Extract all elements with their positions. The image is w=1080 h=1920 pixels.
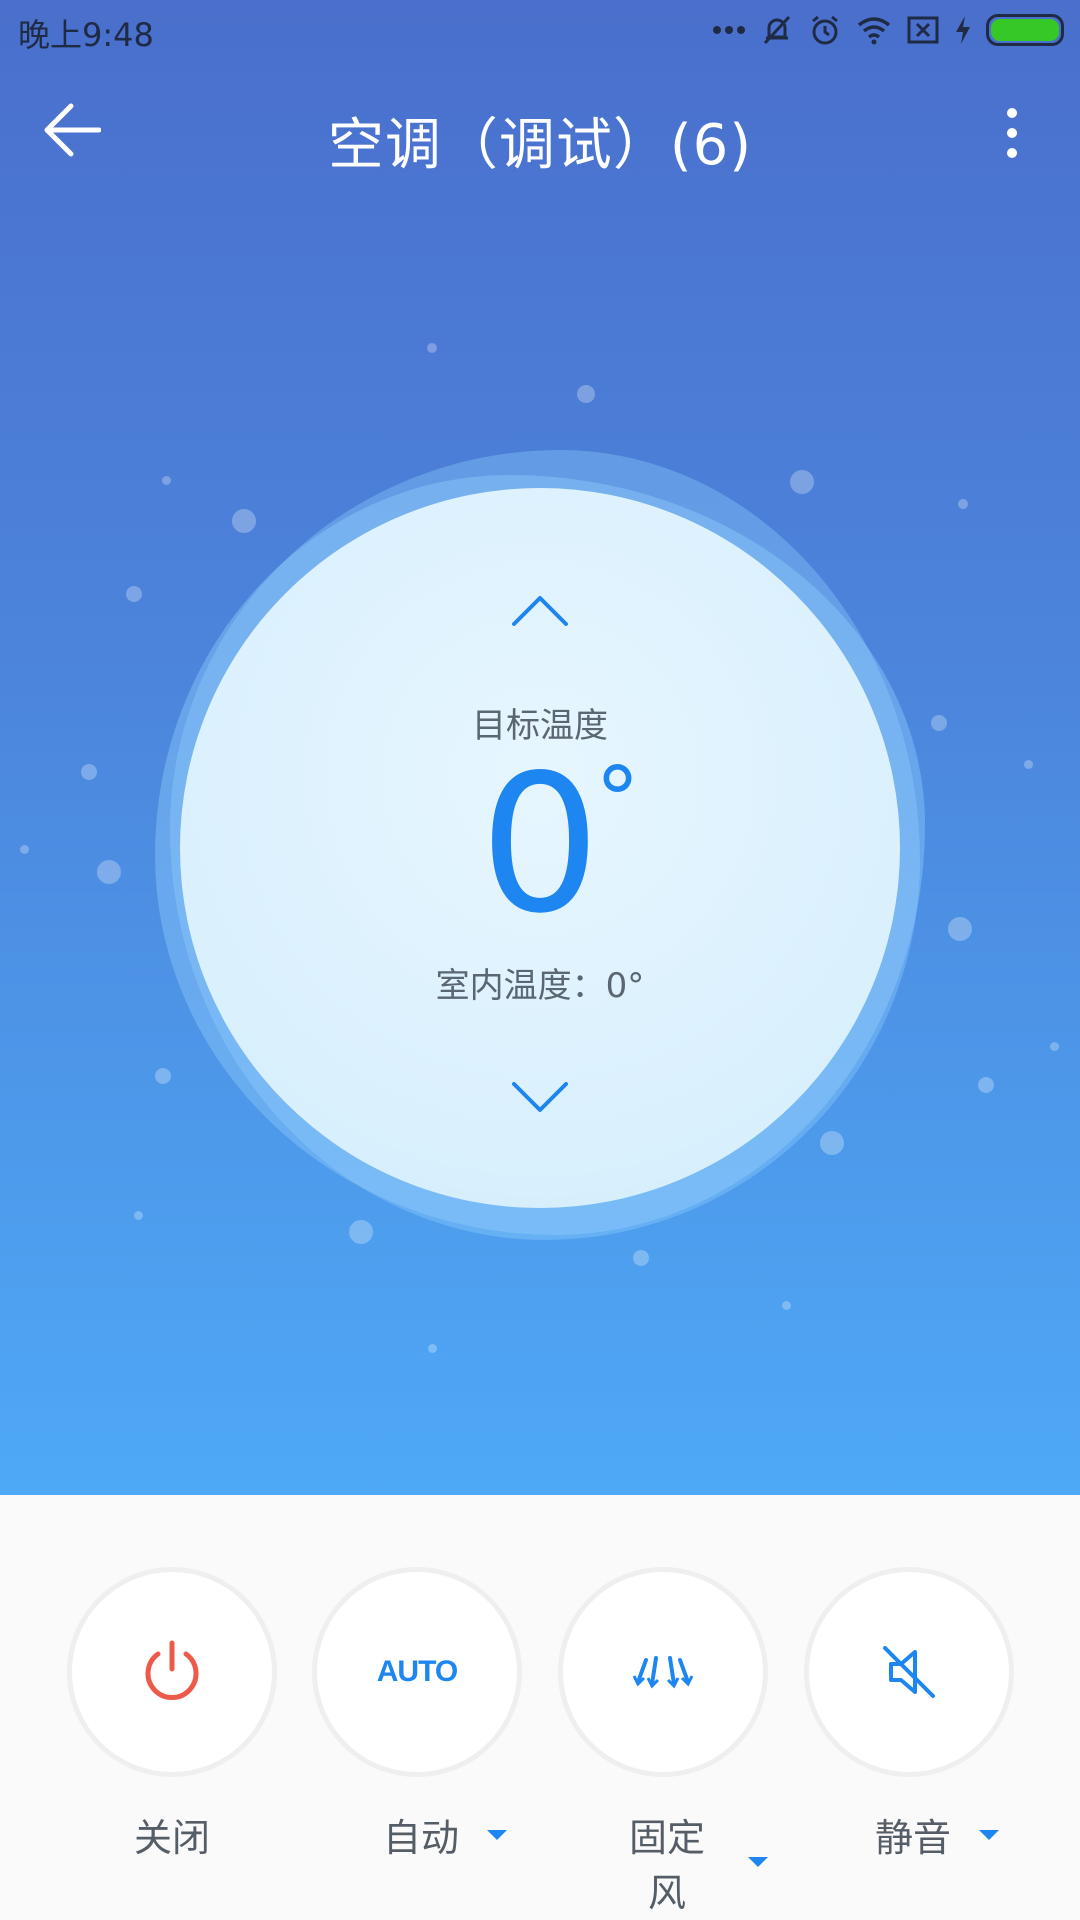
temperature-up-button[interactable] [500,580,580,640]
bubble [97,860,121,884]
wifi-icon [856,15,892,45]
dropdown-caret-icon [979,1829,999,1840]
more-vert-icon [1007,108,1017,118]
more-vert-dot [1007,128,1017,138]
bubble [633,1250,649,1266]
power-control: 关闭 [67,1567,277,1862]
chevron-down-icon [512,1082,568,1112]
bubble [162,476,171,485]
bubble [349,1220,373,1244]
mute-icon [883,1646,935,1698]
bubble [20,845,29,854]
dropdown-caret-icon [487,1829,507,1840]
temperature-down-button[interactable] [500,1068,580,1128]
bubble [81,764,97,780]
degree-symbol: ° [595,748,640,853]
status-bar: 晚上9:48 [0,0,1080,62]
bubble [958,499,968,509]
mute-label-row[interactable]: 静音 [860,1807,1014,1862]
mute-notification-icon [760,13,794,47]
chevron-up-icon [512,596,568,626]
bubble [134,1211,143,1220]
power-label-row: 关闭 [67,1807,277,1862]
mode-label: 自动 [382,1816,459,1860]
battery-icon [986,14,1064,46]
power-icon [145,1640,199,1700]
battery-level [991,19,1059,41]
mute-label: 静音 [874,1816,951,1860]
bubble [978,1077,994,1093]
mode-label-row[interactable]: 自动 [368,1807,522,1862]
bubble [428,1344,437,1353]
status-icons [712,12,1064,48]
dropdown-caret-icon [748,1857,768,1867]
wind-control: 固定风 [558,1567,768,1917]
more-vert-dot [1007,148,1017,158]
mode-control: AUTO 自动 [312,1567,522,1862]
status-time: 晚上9:48 [18,16,154,54]
charging-icon [954,15,972,45]
target-temperature-number: 0 [479,734,601,955]
auto-icon: AUTO [376,1655,458,1688]
more-options-button[interactable] [984,98,1040,168]
target-temperature-value: 0 ° [180,750,900,940]
bubble [782,1301,791,1310]
wind-label-row[interactable]: 固定风 [614,1807,768,1917]
app-bar: 空调（调试）(6) [0,62,1080,202]
page-title: 空调（调试）(6) [327,113,753,178]
bubble [820,1131,844,1155]
bubble [232,509,256,533]
bubble [126,586,142,602]
bubble [155,1068,171,1084]
control-panel: 关闭 AUTO 自动 固定风 静音 [0,1495,1080,1920]
bubble [931,715,947,731]
bubble [948,917,972,941]
bubble [1050,1042,1059,1051]
bubble [427,343,437,353]
alarm-icon [808,13,842,47]
power-button[interactable] [67,1567,277,1777]
indoor-temperature: 室内温度：0° [435,966,645,1006]
more-dots-icon [712,24,746,36]
wind-button[interactable] [558,1567,768,1777]
mute-button[interactable] [804,1567,1014,1777]
power-label: 关闭 [133,1816,210,1860]
bubble [577,385,595,403]
bubble [790,470,814,494]
hero-background: 晚上9:48 空调（调试）(6) 目标温度 0 ° 室内温度：0° [0,0,1080,1495]
bubble [1024,760,1033,769]
fixed-wind-icon [632,1656,694,1689]
mute-control: 静音 [804,1567,1014,1862]
ac-control-screen: 晚上9:48 空调（调试）(6) 目标温度 0 ° 室内温度：0° 关闭 AUT… [0,0,1080,1920]
temperature-dial: 目标温度 0 ° 室内温度：0° [180,488,900,1208]
mode-button[interactable]: AUTO [312,1567,522,1777]
sim-disabled-icon [906,15,940,45]
wind-label: 固定风 [628,1816,705,1915]
